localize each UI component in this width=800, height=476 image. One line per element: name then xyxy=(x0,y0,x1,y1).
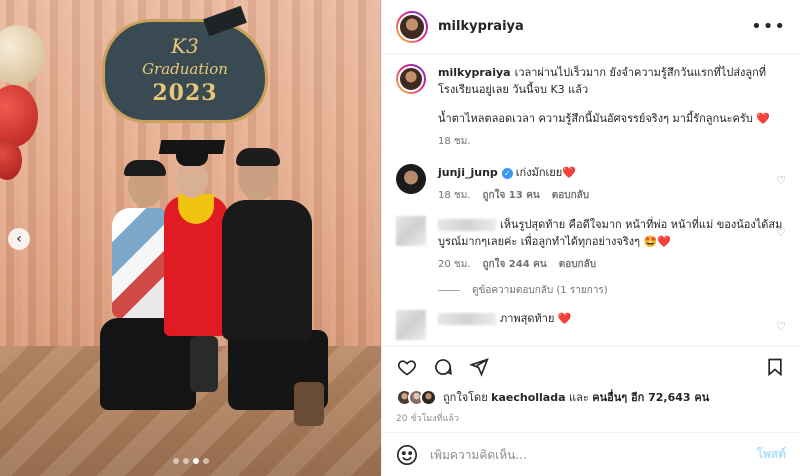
likes-others[interactable]: คนอื่นๆ อีก 72,643 คน xyxy=(592,388,709,406)
author-avatar[interactable] xyxy=(396,10,428,43)
divider-line xyxy=(438,290,460,291)
carousel-dot xyxy=(202,458,209,464)
comment-likes[interactable]: ถูกใจ 244 คน xyxy=(482,256,546,273)
comment-input[interactable] xyxy=(430,447,757,462)
liker-avatars xyxy=(396,388,437,406)
emoji-icon[interactable] xyxy=(396,444,418,466)
likes-summary: ถูกใจโดย kaechollada และ คนอื่นๆ อีก 72,… xyxy=(396,388,786,406)
comment: junji_junp ✓ เก่งมักเยย❤️ 18 ชม. ถูกใจ 13 … xyxy=(396,164,786,204)
add-comment-bar: โพสต์ xyxy=(382,432,800,476)
share-icon[interactable] xyxy=(468,356,490,378)
woman-cap xyxy=(124,160,166,176)
comment-time: 20 ชม. xyxy=(438,259,471,270)
comment-text: เก่งมักเยย xyxy=(515,166,563,179)
heart-emoji: ❤️ xyxy=(562,166,576,179)
author-username[interactable]: milkypraiya xyxy=(438,19,524,34)
likes-mid: และ xyxy=(569,391,589,404)
graduation-sign: K3 Graduation 2023 xyxy=(105,22,265,120)
verified-badge-icon: ✓ xyxy=(501,167,513,179)
comment-text: ภาพสุดท้าย xyxy=(500,312,555,325)
man-shoe xyxy=(294,382,324,426)
view-replies-button[interactable]: ดูข้อความตอบกลับ (1 รายการ) xyxy=(438,283,786,298)
view-replies-label: ดูข้อความตอบกลับ (1 รายการ) xyxy=(472,285,608,296)
reply-button[interactable]: ตอบกลับ xyxy=(559,256,596,273)
comment: เห็นรูปสุดท้าย คือดีใจมาก หน้าที่พ่อ หน้… xyxy=(396,216,786,273)
carousel-prev-button[interactable]: ‹ xyxy=(8,228,30,250)
liker-avatar[interactable] xyxy=(420,388,437,406)
reply-button[interactable]: ตอบกลับ xyxy=(552,187,589,204)
comment-time: 18 ชม. xyxy=(438,190,471,201)
post-photo: K3 Graduation 2023 ‹ xyxy=(0,0,381,476)
caption-time: 18 ชม. xyxy=(438,136,471,147)
carousel-dot xyxy=(172,458,179,464)
post-header: milkypraiya ••• xyxy=(382,0,800,54)
likes-prefix: ถูกใจโดย xyxy=(443,391,488,404)
chevron-left-icon: ‹ xyxy=(16,231,22,247)
post-details-pane: milkypraiya ••• milkypraiya เวลาผ่านไปเร็… xyxy=(381,0,800,476)
emoji: 🤩❤️ xyxy=(643,235,671,248)
comment-like-heart-icon[interactable]: ♡ xyxy=(776,320,786,333)
blurred-username[interactable] xyxy=(438,219,496,231)
commenter-avatar-blurred[interactable] xyxy=(396,310,426,340)
bookmark-icon[interactable] xyxy=(764,356,786,378)
post-time-ago[interactable]: 20 ชั่วโมงที่แล้ว xyxy=(396,411,459,425)
comment: ภาพสุดท้าย ❤️ ♡ xyxy=(396,310,786,340)
liker-username[interactable]: kaechollada xyxy=(491,391,565,404)
caption: milkypraiya เวลาผ่านไปเร็วมาก ยังจำความรู… xyxy=(396,64,786,150)
heart-icon[interactable] xyxy=(396,356,418,378)
action-bar xyxy=(382,346,800,386)
man-torso xyxy=(222,200,312,340)
heart-emoji: ❤️ xyxy=(557,312,572,325)
comment-icon[interactable] xyxy=(432,356,454,378)
child-mortarboard xyxy=(158,140,226,154)
caption-text-2: น้ำตาไหลตลอดเวลา ความรู้สึกนี้มันอัศจรรย… xyxy=(438,112,753,125)
comment-like-heart-icon[interactable]: ♡ xyxy=(776,174,786,187)
commenter-avatar[interactable] xyxy=(396,164,426,194)
more-options-icon[interactable]: ••• xyxy=(751,16,786,37)
sign-year: 2023 xyxy=(152,80,218,106)
man-hair xyxy=(236,148,280,166)
heart-emoji: ❤️ xyxy=(756,112,771,125)
post-comment-button[interactable]: โพสต์ xyxy=(757,445,786,464)
comments-list: milkypraiya เวลาผ่านไปเร็วมาก ยังจำความรู… xyxy=(382,54,800,344)
caption-avatar[interactable] xyxy=(396,64,426,94)
comment-username[interactable]: junji_junp xyxy=(438,166,498,179)
blurred-username[interactable] xyxy=(438,313,496,325)
sign-graduation: Graduation xyxy=(142,60,228,78)
carousel-dot xyxy=(182,458,189,464)
carousel-dot-active xyxy=(192,458,199,464)
caption-username[interactable]: milkypraiya xyxy=(438,66,511,79)
carousel-dots xyxy=(0,458,381,464)
sign-k3: K3 xyxy=(171,34,199,58)
child-legs xyxy=(190,336,218,392)
commenter-avatar-blurred[interactable] xyxy=(396,216,426,246)
instagram-post-modal: K3 Graduation 2023 ‹ milkypraiya ••• mil… xyxy=(0,0,800,476)
comment-like-heart-icon[interactable]: ♡ xyxy=(776,226,786,239)
comment-likes[interactable]: ถูกใจ 13 คน xyxy=(482,187,539,204)
